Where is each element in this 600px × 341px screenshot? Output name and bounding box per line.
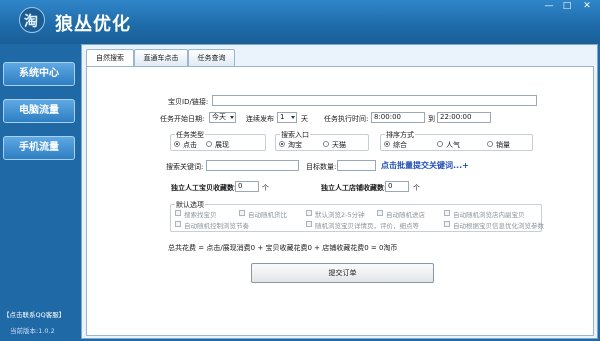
time-end-input[interactable]: 22:00:00: [437, 112, 491, 123]
option-control-rhythm: 自动随机控制浏览节奏: [184, 222, 249, 230]
sort-sales-label: 销量: [496, 141, 510, 149]
maximize-button[interactable]: □: [558, 0, 576, 13]
search-entry-group: 搜索入口 淘宝 天猫: [275, 130, 369, 151]
tab-through-train-click[interactable]: 直通车点击: [134, 49, 188, 66]
sort-method-title: 排序方式: [385, 130, 415, 140]
task-type-click-radio[interactable]: [174, 141, 180, 147]
checkbox-random-enter-shop[interactable]: [377, 210, 383, 216]
fav-product-input[interactable]: 0: [235, 181, 259, 192]
submit-order-button[interactable]: 提交订单: [251, 263, 434, 283]
chevron-down-icon: [230, 116, 234, 119]
time-start-input[interactable]: 8:00:00: [371, 112, 425, 123]
sort-comprehensive-label: 综合: [393, 141, 407, 149]
keyword-input[interactable]: [206, 160, 299, 171]
tab-natural-search[interactable]: 自然搜索: [86, 49, 134, 67]
minimize-button[interactable]: —: [540, 0, 558, 13]
sort-comprehensive-radio[interactable]: [384, 141, 390, 147]
sidebar: 系统中心 电脑流量 手机流量: [0, 44, 81, 341]
contact-support-link[interactable]: 【点击联系QQ客服】: [3, 309, 65, 319]
consecutive-days-value: 1: [280, 113, 285, 121]
sidebar-item-pc-traffic[interactable]: 电脑流量: [3, 99, 75, 123]
tab-task-query[interactable]: 任务查询: [188, 49, 235, 66]
checkbox-control-rhythm[interactable]: [175, 221, 181, 227]
target-count-label: 目标数量:: [306, 163, 337, 171]
logo-char: 淘: [24, 14, 38, 30]
search-entry-taobao-radio[interactable]: [279, 141, 285, 147]
option-browse-details: 随机浏览宝贝详情页，评价，细点等: [315, 222, 419, 230]
task-type-show-radio[interactable]: [206, 141, 212, 147]
option-search-product: 搜索找宝贝: [184, 211, 217, 219]
app-logo-icon: 淘: [19, 7, 45, 33]
batch-keywords-link[interactable]: 点击批量提交关键词...+: [381, 160, 469, 171]
sidebar-item-mobile-traffic[interactable]: 手机流量: [3, 136, 75, 160]
sort-popularity-label: 人气: [446, 141, 460, 149]
task-type-title: 任务类型: [175, 130, 205, 140]
app-title: 狼丛优化: [55, 14, 131, 35]
checkbox-browse-duration[interactable]: [306, 210, 312, 216]
search-entry-taobao-label: 淘宝: [288, 141, 302, 149]
exec-time-label: 任务执行时间:: [324, 115, 369, 123]
checkbox-browse-sub-products[interactable]: [444, 210, 450, 216]
fav-shop-unit: 个: [413, 184, 420, 192]
sort-method-group: 排序方式 综合 人气 销量: [380, 130, 533, 151]
sort-popularity-radio[interactable]: [437, 141, 443, 147]
task-type-group: 任务类型 点击 展现: [170, 130, 266, 151]
checkbox-optimize-params[interactable]: [444, 221, 450, 227]
checkbox-random-compare[interactable]: [239, 210, 245, 216]
task-type-show-label: 展现: [215, 141, 229, 149]
checkbox-browse-details[interactable]: [306, 221, 312, 227]
total-cost-text: 总共花费 = 点击/展现消费0 + 宝贝收藏花费0 + 店铺收藏花费0 = 0淘…: [168, 244, 398, 252]
fav-shop-label: 独立人工店铺收藏数:: [321, 184, 387, 192]
fav-product-unit: 个: [262, 184, 269, 192]
keyword-label: 搜索关键词:: [166, 163, 204, 171]
title-bar: 淘 狼丛优化 — □ ✕: [0, 0, 600, 44]
main-panel: 自然搜索 直通车点击 任务查询 宝贝ID/链接: 任务开始日期: 今天 连续发布…: [81, 44, 598, 339]
consecutive-label: 连续发布: [246, 115, 274, 123]
close-button[interactable]: ✕: [576, 0, 598, 13]
product-id-label: 宝贝ID/链接:: [168, 98, 209, 106]
option-browse-sub-products: 自动随机浏览店内副宝贝: [453, 211, 525, 219]
tab-content: 宝贝ID/链接: 任务开始日期: 今天 连续发布 1 天 任务执行时间: 8:0…: [86, 66, 594, 336]
chevron-down-icon: [291, 116, 295, 119]
product-id-input[interactable]: [212, 95, 537, 106]
fav-shop-input[interactable]: 0: [385, 181, 409, 192]
search-entry-title: 搜索入口: [280, 130, 310, 140]
consecutive-days-select[interactable]: 1: [277, 112, 297, 123]
checkbox-search-product[interactable]: [175, 210, 181, 216]
task-type-click-label: 点击: [183, 141, 197, 149]
version-text: 当前版本:1.0.2: [10, 327, 55, 335]
default-options-group: 默认选项 搜索找宝贝 自动随机货比 默认浏览2-5分钟 自动随机进店 自动随机浏…: [170, 200, 544, 232]
start-date-select[interactable]: 今天: [209, 112, 236, 123]
sort-sales-radio[interactable]: [487, 141, 493, 147]
option-optimize-params: 自动根据宝贝信息优化浏览参数: [453, 222, 544, 230]
start-date-label: 任务开始日期:: [160, 115, 205, 123]
to-label: 到: [428, 115, 435, 123]
start-date-value: 今天: [212, 113, 226, 121]
days-label: 天: [301, 115, 308, 123]
search-entry-tmall-label: 天猫: [332, 141, 346, 149]
sidebar-item-system-center[interactable]: 系统中心: [3, 62, 75, 86]
fav-product-label: 独立人工宝贝收藏数:: [171, 184, 237, 192]
target-count-input[interactable]: [337, 160, 376, 171]
option-browse-duration: 默认浏览2-5分钟: [315, 211, 365, 219]
search-entry-tmall-radio[interactable]: [323, 141, 329, 147]
option-random-enter-shop: 自动随机进店: [386, 211, 425, 219]
option-random-compare: 自动随机货比: [248, 211, 287, 219]
